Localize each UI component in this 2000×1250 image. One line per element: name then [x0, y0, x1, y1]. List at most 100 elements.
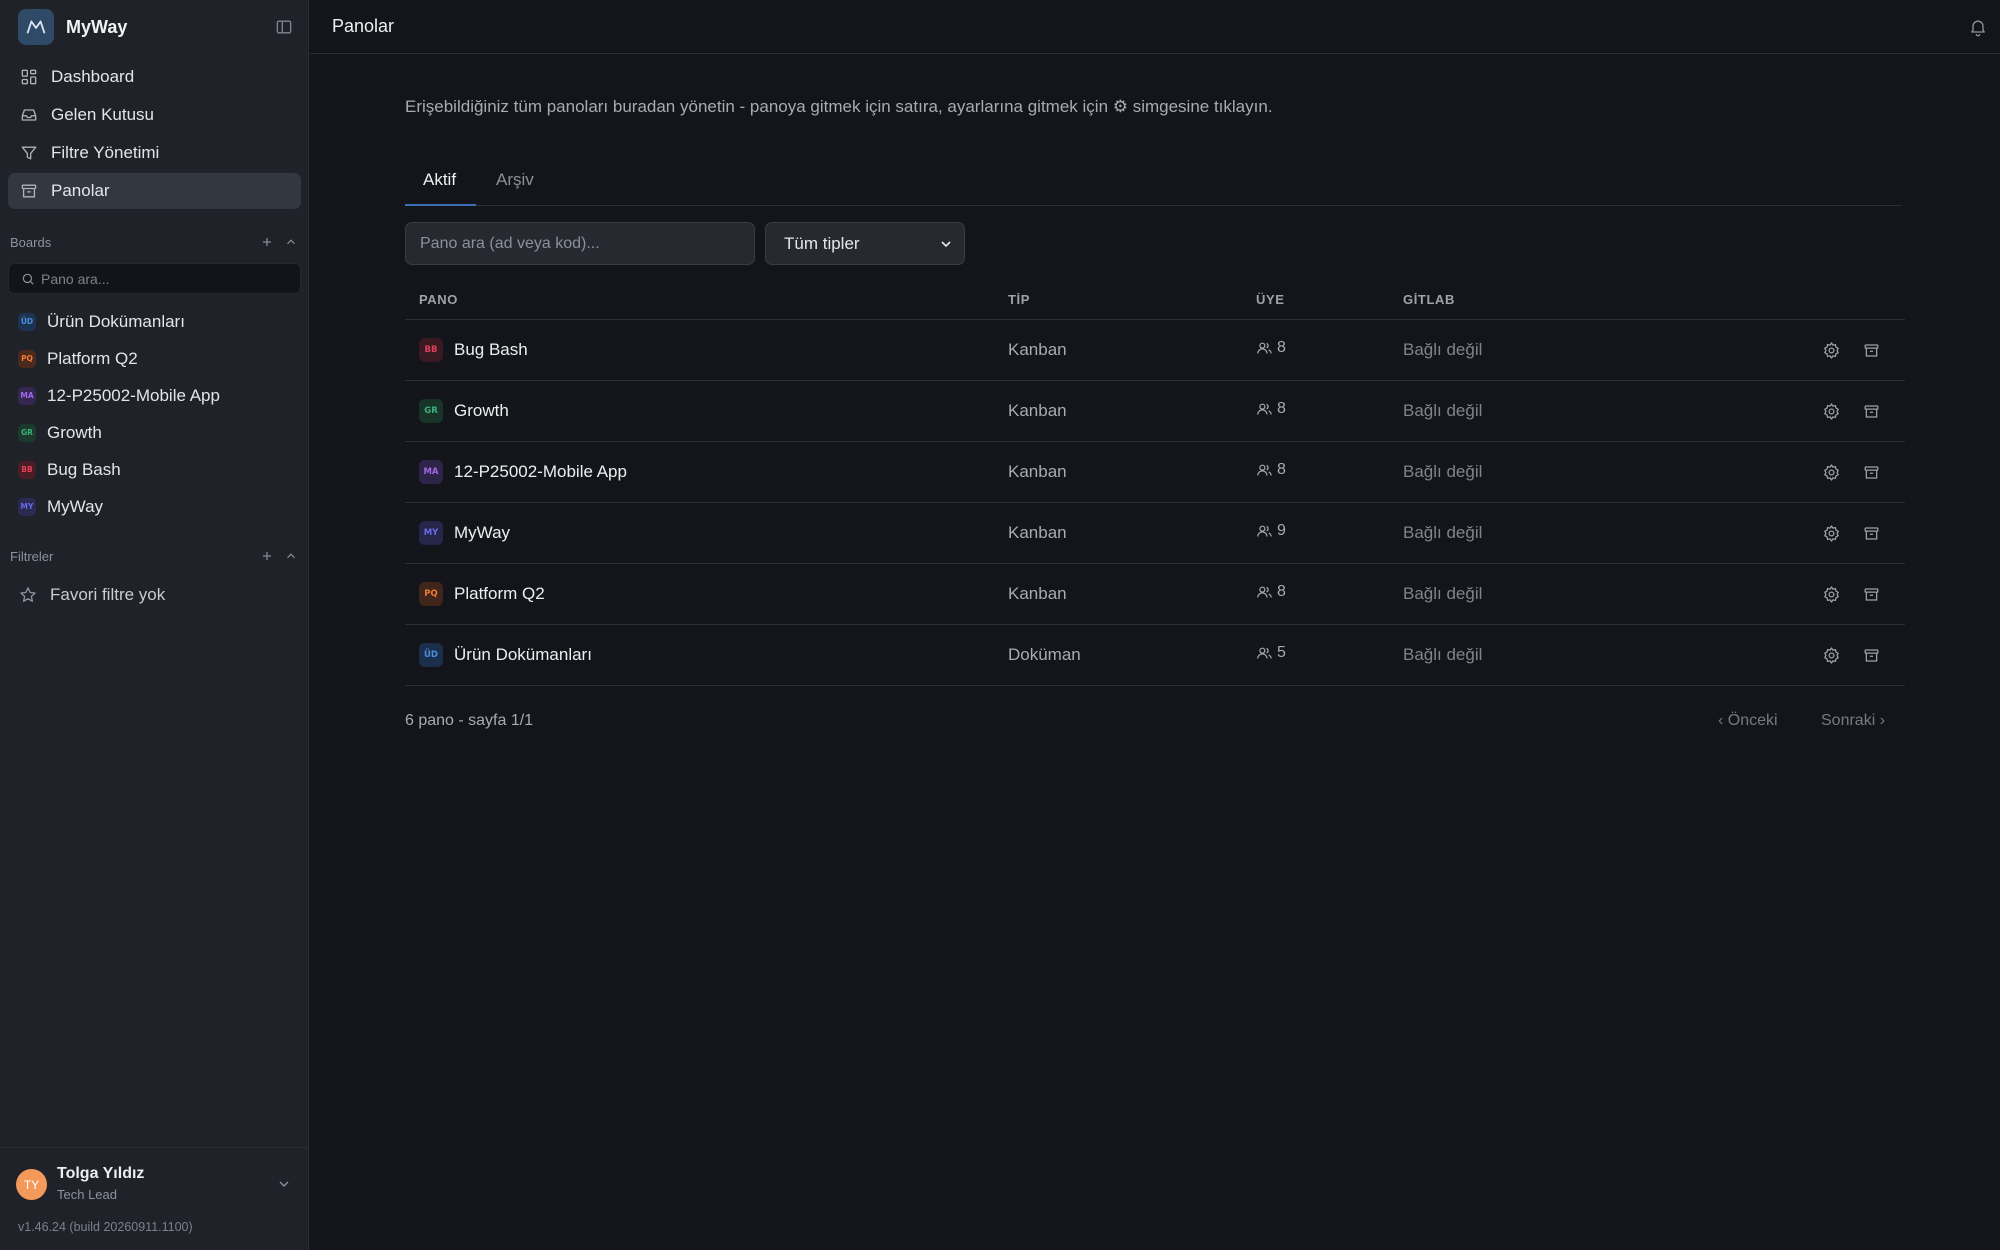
archive-box-icon	[19, 181, 39, 201]
board-members: 8	[1256, 339, 1286, 357]
archive-icon[interactable]	[1862, 646, 1881, 665]
users-icon	[1256, 401, 1273, 418]
add-board-icon[interactable]	[260, 235, 274, 249]
favorite-filters-empty: Favori filtre yok	[18, 583, 165, 607]
table-row[interactable]: MA 12-P25002-Mobile App Kanban 8 Bağlı d…	[405, 442, 1905, 503]
board-name-cell: PQ Platform Q2	[419, 582, 545, 606]
table-row[interactable]: ÜD Ürün Dokümanları Doküman 5 Bağlı deği…	[405, 625, 1905, 686]
board-name: 12-P25002-Mobile App	[47, 385, 220, 405]
sidebar-board-item[interactable]: MY MyWay	[8, 488, 301, 525]
users-icon	[1256, 340, 1273, 357]
nav-item-filter-management[interactable]: Filtre Yönetimi	[8, 135, 301, 171]
star-icon	[18, 585, 38, 605]
gear-icon[interactable]	[1822, 402, 1841, 421]
board-code-badge: BB	[18, 460, 36, 479]
table-row[interactable]: BB Bug Bash Kanban 8 Bağlı değil	[405, 320, 1905, 381]
users-icon	[1256, 584, 1273, 601]
previous-page-button[interactable]: ‹ Önceki	[1718, 712, 1778, 730]
pagination-info: 6 pano - sayfa 1/1	[405, 712, 534, 729]
nav-item-boards[interactable]: Panolar	[8, 173, 301, 209]
board-name-cell: BB Bug Bash	[419, 338, 528, 362]
sidebar-board-item[interactable]: BB Bug Bash	[8, 451, 301, 488]
board-name: Platform Q2	[47, 348, 138, 368]
sidebar-board-item[interactable]: PQ Platform Q2	[8, 340, 301, 377]
archive-icon[interactable]	[1862, 341, 1881, 360]
gitlab-status: Bağlı değil	[1403, 401, 1483, 420]
gitlab-status: Bağlı değil	[1403, 645, 1483, 664]
archive-icon[interactable]	[1862, 463, 1881, 482]
archive-icon[interactable]	[1862, 402, 1881, 421]
sidebar: MyWay Dashboard Gelen Kutusu Filtre Yöne…	[0, 0, 309, 1250]
app-name: MyWay	[66, 16, 128, 37]
page-description: Erişebildiğiniz tüm panoları buradan yön…	[405, 97, 1273, 116]
board-name: Platform Q2	[454, 584, 545, 603]
board-name: MyWay	[47, 496, 104, 516]
table-row[interactable]: PQ Platform Q2 Kanban 8 Bağlı değil	[405, 564, 1905, 625]
sidebar-board-item[interactable]: GR Growth	[8, 414, 301, 451]
member-count: 8	[1277, 461, 1286, 478]
board-search-input[interactable]	[405, 222, 755, 265]
board-code-badge: PQ	[18, 349, 36, 368]
sidebar-board-search[interactable]	[8, 263, 301, 294]
page-title: Panolar	[332, 16, 395, 36]
sidebar-board-list: ÜD Ürün Dokümanları PQ Platform Q2 MA 12…	[8, 303, 301, 525]
app-version: v1.46.24 (build 20260911.1100)	[18, 1220, 193, 1234]
tab-archive[interactable]: Arşiv	[496, 170, 534, 190]
boards-section-header: Boards	[10, 232, 300, 252]
board-code-badge: GR	[18, 423, 36, 442]
gear-icon[interactable]	[1822, 585, 1841, 604]
nav-item-dashboard[interactable]: Dashboard	[8, 59, 301, 95]
tab-active-boards[interactable]: Aktif	[423, 170, 456, 190]
chevron-down-icon	[938, 236, 954, 252]
brand[interactable]: MyWay	[18, 8, 127, 46]
member-count: 8	[1277, 339, 1286, 356]
archive-icon[interactable]	[1862, 524, 1881, 543]
board-code-badge: BB	[419, 338, 443, 362]
table-row[interactable]: GR Growth Kanban 8 Bağlı değil	[405, 381, 1905, 442]
users-icon	[1256, 462, 1273, 479]
users-icon	[1256, 645, 1273, 662]
board-name: Growth	[454, 401, 509, 420]
nav-item-label: Panolar	[51, 181, 110, 200]
favorite-filters-empty-label: Favori filtre yok	[50, 585, 166, 604]
user-menu[interactable]: TY Tolga Yıldız Tech Lead v1.46.24 (buil…	[0, 1147, 308, 1250]
sidebar-board-item[interactable]: MA 12-P25002-Mobile App	[8, 377, 301, 414]
table-row[interactable]: MY MyWay Kanban 9 Bağlı değil	[405, 503, 1905, 564]
chevron-down-icon[interactable]	[276, 1176, 292, 1192]
filters-header-label: Filtreler	[10, 548, 54, 564]
gear-icon[interactable]	[1822, 341, 1841, 360]
board-members: 8	[1256, 461, 1286, 479]
sidebar-board-item[interactable]: ÜD Ürün Dokümanları	[8, 303, 301, 340]
next-page-button[interactable]: Sonraki ›	[1821, 712, 1885, 730]
sidebar-toggle-icon[interactable]	[274, 17, 294, 37]
active-tab-indicator	[405, 204, 476, 206]
board-type: Kanban	[1008, 462, 1067, 481]
sidebar-search-input[interactable]	[41, 270, 281, 287]
gear-icon[interactable]	[1822, 463, 1841, 482]
board-type: Kanban	[1008, 523, 1067, 542]
column-header-board: PANO	[419, 292, 458, 307]
board-code-badge: ÜD	[18, 312, 36, 331]
gitlab-status: Bağlı değil	[1403, 584, 1483, 603]
board-name: Bug Bash	[454, 340, 528, 359]
board-type: Kanban	[1008, 401, 1067, 420]
board-type: Doküman	[1008, 645, 1081, 664]
users-icon	[1256, 523, 1273, 540]
board-type: Kanban	[1008, 584, 1067, 603]
sidebar-nav: Dashboard Gelen Kutusu Filtre Yönetimi P…	[8, 59, 301, 211]
myway-logo-icon	[18, 9, 54, 45]
board-name: Ürün Dokümanları	[47, 311, 185, 331]
gear-icon[interactable]	[1822, 646, 1841, 665]
nav-item-inbox[interactable]: Gelen Kutusu	[8, 97, 301, 133]
add-filter-icon[interactable]	[260, 549, 274, 563]
gear-icon[interactable]	[1822, 524, 1841, 543]
type-filter-select[interactable]: Tüm tipler	[765, 222, 965, 265]
board-name-cell: GR Growth	[419, 399, 509, 423]
chevron-up-icon[interactable]	[284, 549, 298, 563]
archive-icon[interactable]	[1862, 585, 1881, 604]
bell-icon[interactable]	[1968, 17, 1988, 37]
chevron-up-icon[interactable]	[284, 235, 298, 249]
boards-header-label: Boards	[10, 234, 52, 250]
filters-section-header: Filtreler	[10, 546, 300, 566]
board-code-badge: MY	[419, 521, 443, 545]
